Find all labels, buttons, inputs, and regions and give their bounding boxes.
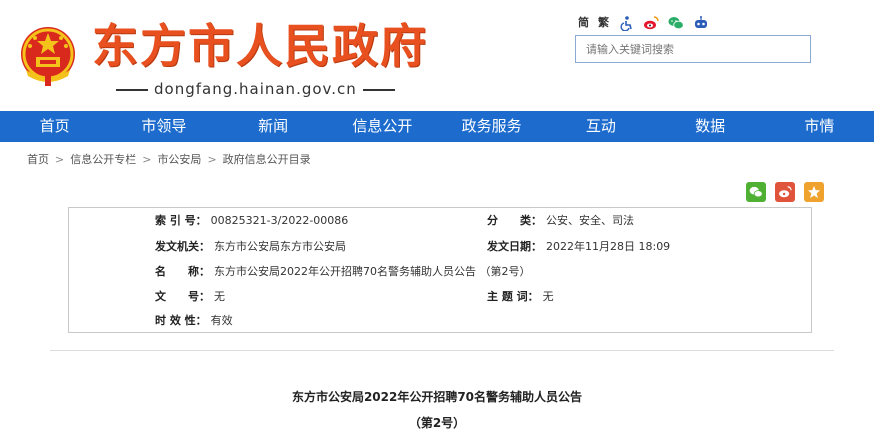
search-box [575,35,811,63]
article-subtitle: （第2号） [408,416,466,430]
nav-item-data[interactable]: 数据 [656,111,765,142]
robot-icon[interactable] [693,15,709,31]
index-value: 00825321-3/2022-00086 [210,214,349,227]
wechat-share-icon [749,186,763,198]
category-label: 分 类： [487,214,542,227]
nav-item-city-info[interactable]: 市情 [765,111,874,142]
name-label: 名 称： [155,265,210,278]
domain-dash-right [362,88,395,91]
breadcrumb-home[interactable]: 首页 [27,153,49,166]
nav-item-news[interactable]: 新闻 [219,111,328,142]
wechat-share-button[interactable] [746,182,766,202]
date-label: 发文日期： [487,240,542,253]
breadcrumb-separator: > [142,153,152,166]
validity-label: 时 效 性： [155,314,207,327]
issuer-value: 东方市公安局东方市公安局 [214,240,346,253]
domain-dash-left [116,88,148,91]
index-label: 索 引 号： [155,214,207,227]
info-category-row: 分 类： 公安、安全、司法 [487,211,634,231]
main-nav: 首页 市领导 新闻 信息公开 政务服务 互动 数据 市情 [0,111,874,142]
top-tools: 简 繁 [578,14,709,32]
name-value: 东方市公安局2022年公开招聘70名警务辅助人员公告 （第2号） [214,265,531,278]
info-subject-row: 主 题 词：无 [487,287,554,307]
accessibility-icon[interactable] [618,15,634,31]
docno-label: 文 号： [155,290,210,303]
issuer-label: 发文机关： [155,240,210,253]
weibo-share-button[interactable] [775,182,795,202]
info-validity-row: 时 效 性： 有效 [155,311,233,331]
wechat-icon[interactable] [668,15,684,31]
article-title: 东方市公安局2022年公开招聘70名警务辅助人员公告 [291,390,583,404]
breadcrumb: 首页 > 信息公开专栏 > 市公安局 > 政府信息公开目录 [27,152,311,168]
weibo-icon[interactable] [643,15,659,31]
nav-item-home[interactable]: 首页 [0,111,109,142]
info-index-row: 索 引 号： 00825321-3/2022-00086 [155,211,348,231]
site-header: 东方市人民政府 dongfang.hainan.gov.cn 简 繁 [0,0,874,110]
info-issuer-row: 发文机关： 东方市公安局东方市公安局 [155,237,346,257]
breadcrumb-catalog[interactable]: 政府信息公开目录 [223,153,311,166]
favorite-button[interactable] [804,182,824,202]
date-value: 2022年11月28日 18:09 [546,240,671,253]
nav-item-leaders[interactable]: 市领导 [109,111,218,142]
category-value: 公安、安全、司法 [546,214,634,227]
breadcrumb-separator: > [55,153,65,166]
search-input[interactable] [576,36,810,62]
national-emblem-icon [21,27,75,86]
nav-item-info-disclosure[interactable]: 信息公开 [328,111,437,142]
subject-value: 无 [542,290,554,303]
breadcrumb-info-column[interactable]: 信息公开专栏 [70,153,136,166]
document-info-box: 索 引 号： 00825321-3/2022-00086 分 类： 公安、安全、司法… [68,207,812,333]
docno-value: 无 [214,290,225,303]
weibo-share-icon [779,186,792,198]
breadcrumb-police-bureau[interactable]: 市公安局 [157,153,201,166]
nav-item-gov-services[interactable]: 政务服务 [437,111,546,142]
nav-item-interaction[interactable]: 互动 [546,111,655,142]
info-docno-row: 文 号： 无 [155,287,225,307]
site-domain: dongfang.hainan.gov.cn [110,80,401,98]
simplified-chinese-link[interactable]: 简 [578,14,589,32]
share-bar [746,182,824,202]
info-name-row: 名 称： 东方市公安局2022年公开招聘70名警务辅助人员公告 （第2号） [155,262,531,282]
breadcrumb-separator: > [207,153,217,166]
content-divider [50,350,834,351]
domain-text: dongfang.hainan.gov.cn [154,80,357,98]
validity-value: 有效 [210,314,233,327]
favorite-icon [807,185,821,199]
subject-label: 主 题 词： [487,290,539,303]
info-date-row: 发文日期： 2022年11月28日 18:09 [487,237,670,257]
site-title: 东方市人民政府 [92,19,428,73]
traditional-chinese-link[interactable]: 繁 [598,14,609,32]
